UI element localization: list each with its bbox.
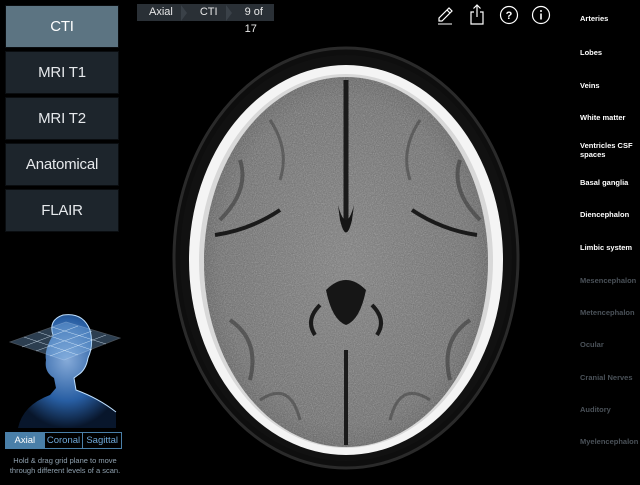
modality-button-anatomical[interactable]: Anatomical [5, 143, 119, 186]
modality-button-mri-t2[interactable]: MRI T2 [5, 97, 119, 140]
breadcrumb-plane[interactable]: Axial [137, 4, 181, 21]
tab-coronal[interactable]: Coronal [45, 433, 84, 448]
breadcrumb: Axial CTI 9 of 17 [137, 4, 274, 35]
structure-myelencephalon: Myelencephalon [580, 437, 639, 446]
modality-button-flair[interactable]: FLAIR [5, 189, 119, 232]
structure-basal-ganglia[interactable]: Basal ganglia [580, 178, 640, 187]
head-plane-selector[interactable] [8, 300, 123, 430]
breadcrumb-modality[interactable]: CTI [187, 4, 226, 21]
structure-diencephalon[interactable]: Diencephalon [580, 210, 640, 219]
tab-axial[interactable]: Axial [6, 433, 45, 448]
structure-lobes[interactable]: Lobes [580, 48, 640, 57]
structure-ventricles-csf-spaces[interactable]: Ventricles CSF spaces [580, 141, 640, 159]
modality-list: CTI MRI T1 MRI T2 Anatomical FLAIR [5, 5, 119, 235]
breadcrumb-slice: 9 of 17 [244, 6, 263, 35]
grid-plane[interactable] [8, 321, 122, 361]
structure-cranial-nerves: Cranial Nerves [580, 373, 633, 382]
structure-metencephalon: Metencephalon [580, 308, 635, 317]
structure-mesencephalon: Mesencephalon [580, 276, 637, 285]
structure-arteries[interactable]: Arteries [580, 14, 640, 23]
structure-limbic-system[interactable]: Limbic system [580, 243, 640, 252]
structure-auditory: Auditory [580, 405, 611, 414]
modality-button-mri-t1[interactable]: MRI T1 [5, 51, 119, 94]
plane-tabs: Axial Coronal Sagittal [5, 432, 122, 449]
structure-white-matter[interactable]: White matter [580, 113, 640, 122]
plane-hint-text: Hold & drag grid plane to move through d… [9, 456, 121, 475]
ct-scan-image[interactable] [120, 20, 568, 480]
structure-veins[interactable]: Veins [580, 81, 640, 90]
structure-ocular: Ocular [580, 340, 604, 349]
modality-button-cti[interactable]: CTI [5, 5, 119, 48]
tab-sagittal[interactable]: Sagittal [83, 433, 121, 448]
